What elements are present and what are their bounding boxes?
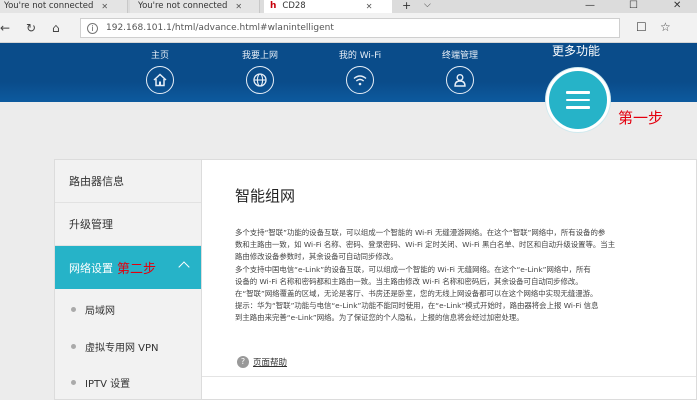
maximize-button[interactable]: ☐ [629,0,638,11]
page-help-link[interactable]: ? 页面帮助 [237,356,287,368]
new-tab-button[interactable]: + [402,0,411,11]
more-features-button[interactable] [546,68,610,132]
minimize-button[interactable]: — [585,0,595,11]
wifi-icon [346,66,374,94]
browser-tab-active[interactable]: h CD28 ✕ [264,0,392,13]
sidebar-item-router-info[interactable]: 路由器信息 [55,160,202,203]
user-icon [446,66,474,94]
favorite-star-icon[interactable]: ☆ [660,20,671,34]
close-icon[interactable]: ✕ [366,1,373,12]
url-input[interactable]: i 192.168.101.1/html/advance.html#wlanin… [80,18,620,38]
sidebar-item-label: 路由器信息 [69,175,124,188]
url-text: 192.168.101.1/html/advance.html#wlaninte… [106,23,334,33]
sidebar: 路由器信息 升级管理 网络设置 第二步 局域网 虚拟专用网 VPN IPTV 设… [54,159,202,400]
step-two-annotation: 第二步 [117,262,157,277]
nav-home[interactable]: 主页 [130,51,190,94]
back-arrow-icon[interactable]: ← [0,21,10,35]
description-line: 在“智联”网络覆盖的区域，无论是客厅、书房还是卧室，您的无线上网设备都可以在这个… [235,289,598,299]
browser-tab[interactable]: You're not connected ✕ [130,0,260,13]
nav-home-label: 主页 [150,51,169,61]
description-line: 多个支持“智联”功能的设备互联，可以组成一个智能的 Wi-Fi 无缝漫游网络。在… [235,228,606,237]
close-icon[interactable]: ✕ [101,1,108,12]
more-features-label: 更多功能 [552,44,601,58]
bullet-icon [71,344,76,349]
description-line: 到主路由来完善“e-Link”网络。为了保证您的个人隐私，上报的信息将会经过加密… [235,313,524,323]
nav-device-management-label: 终端管理 [441,51,478,61]
address-bar: ← ↻ ⌂ i 192.168.101.1/html/advance.html#… [0,13,697,43]
sidebar-item-network-settings[interactable]: 网络设置 第二步 [55,246,202,289]
reading-view-icon[interactable]: ☐ [636,20,647,34]
window-close-button[interactable]: ✕ [673,0,681,11]
close-icon[interactable]: ✕ [235,1,242,12]
huawei-logo-icon: h [270,1,277,11]
description-line: 提示：华为“智联”功能与电信“e-Link”功能不能同时使用，在“e-Link”… [235,301,599,311]
description-line: 路由修改设备参数时，其余设备可自动同步修改。 [235,252,398,262]
sidebar-subitem-lan[interactable]: 局域网 [55,291,202,327]
sidebar-subitem-label: 局域网 [85,305,115,317]
description: 多个支持“智联”功能的设备互联，可以组成一个智能的 Wi-Fi 无缝漫游网络。在… [235,227,693,325]
sidebar-subitem-label: 虚拟专用网 VPN [85,342,159,354]
home-icon [146,66,174,94]
sidebar-subitem-vpn[interactable]: 虚拟专用网 VPN [55,328,202,364]
info-icon[interactable]: i [87,22,98,34]
browser-tab-strip: You're not connected ✕ You're not connec… [0,0,697,13]
description-line: 设备的 Wi-Fi 名称和密码都和主路由一致。当主路由修改 Wi-Fi 名称和密… [235,276,583,286]
bullet-icon [71,380,76,385]
sidebar-item-label: 升级管理 [69,218,113,231]
refresh-icon[interactable]: ↻ [26,21,36,35]
chevron-up-icon [178,261,190,273]
tab-title: CD28 [282,1,306,11]
sidebar-subitem-iptv[interactable]: IPTV 设置 [55,364,202,400]
home-icon[interactable]: ⌂ [52,21,60,35]
sidebar-item-label: 网络设置 [69,261,113,275]
nav-my-wifi-label: 我的 Wi-Fi [338,51,382,61]
sidebar-item-upgrade[interactable]: 升级管理 [55,203,202,246]
divider [202,376,696,377]
browser-tab[interactable]: You're not connected ✕ [0,0,128,13]
nav-internet-label: 我要上网 [241,51,278,61]
page-title: 智能组网 [235,187,296,205]
nav-my-wifi[interactable]: 我的 Wi-Fi [330,51,390,94]
sidebar-subitem-label: IPTV 设置 [85,378,131,390]
nav-device-management[interactable]: 终端管理 [430,51,490,94]
tab-title: You're not connected [4,1,94,11]
help-icon: ? [237,356,249,368]
content-panel: 智能组网 多个支持“智联”功能的设备互联，可以组成一个智能的 Wi-Fi 无缝漫… [201,159,697,400]
description-line: 数和主路由一致，如 Wi-Fi 名称、密码、登录密码、Wi-Fi 定时关闭、Wi… [235,240,616,250]
page-help-label: 页面帮助 [253,358,288,368]
menu-icon [566,86,590,114]
globe-icon [246,66,274,94]
tab-menu-chevron-icon[interactable]: ⌵ [424,0,431,11]
step-one-annotation: 第一步 [618,109,664,127]
nav-internet[interactable]: 我要上网 [230,51,290,94]
bullet-icon [71,307,76,312]
tab-title: You're not connected [138,1,228,11]
description-line: 多个支持中国电信“e-Link”的设备互联，可以组成一个智能的 Wi-Fi 无缝… [235,264,591,274]
